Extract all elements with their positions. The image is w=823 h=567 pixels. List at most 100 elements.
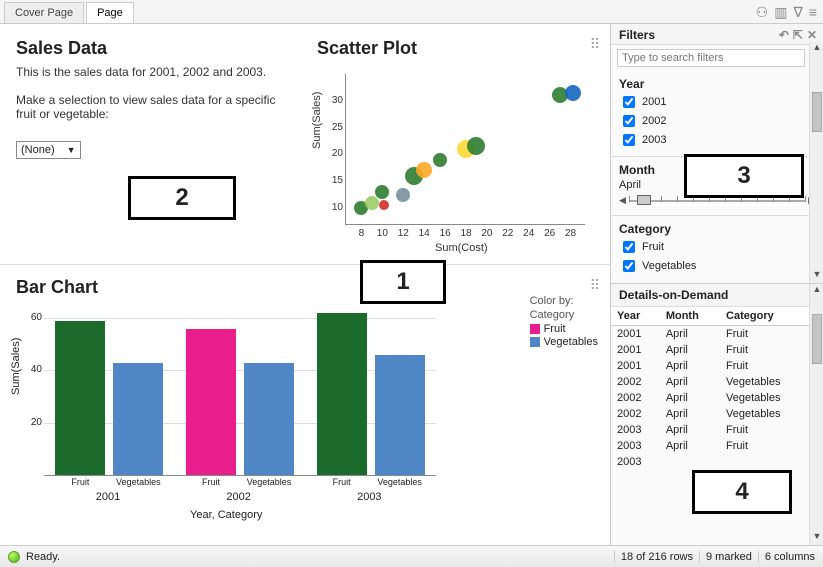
filters-scrollbar[interactable]: ▲ ▼ (809, 42, 823, 283)
scatter-x-tick: 8 (352, 228, 370, 239)
table-row[interactable]: 2001AprilFruit (611, 358, 809, 374)
bar-handle-icon[interactable]: ⠿ (590, 277, 600, 294)
bar[interactable] (244, 363, 294, 475)
details-column-header[interactable]: Year (611, 307, 660, 326)
scatter-x-tick: 12 (394, 228, 412, 239)
table-cell: 2003 (611, 438, 660, 454)
slider-thumb[interactable] (637, 195, 651, 205)
undo-icon[interactable]: ↶ (779, 28, 789, 42)
bar[interactable] (113, 363, 163, 475)
bar-category-label: Fruit (181, 477, 241, 487)
checkbox[interactable] (623, 241, 635, 253)
table-row[interactable]: 2003AprilFruit (611, 438, 809, 454)
close-icon[interactable]: ✕ (807, 28, 817, 42)
scatter-point[interactable] (416, 162, 432, 178)
table-cell: Fruit (720, 358, 809, 374)
status-light-icon (8, 551, 20, 563)
scatter-handle-icon[interactable]: ⠿ (590, 36, 600, 53)
bar-category-label: Vegetables (108, 477, 168, 487)
scatter-point[interactable] (433, 153, 447, 167)
legend-item[interactable]: Fruit (530, 323, 598, 335)
table-cell: Fruit (720, 422, 809, 438)
filter-year-item[interactable]: 2002 (619, 112, 815, 130)
bar-x-axis (44, 475, 436, 476)
legend-title2: Category (530, 309, 598, 321)
table-cell: April (660, 374, 720, 390)
scroll-up-icon[interactable]: ▲ (810, 284, 823, 298)
details-scrollbar[interactable]: ▲ ▼ (809, 284, 823, 545)
chevron-down-icon: ▼ (67, 145, 76, 155)
table-row[interactable]: 2003AprilFruit (611, 422, 809, 438)
filter-category-item[interactable]: Fruit (619, 238, 815, 256)
bar[interactable] (55, 321, 105, 475)
bar[interactable] (375, 355, 425, 475)
funnel-icon[interactable]: ∇ (793, 4, 802, 21)
details-column-header[interactable]: Month (660, 307, 720, 326)
scatter-point[interactable] (375, 185, 389, 199)
filter-year-item[interactable]: 2001 (619, 93, 815, 111)
table-row[interactable]: 2002AprilVegetables (611, 406, 809, 422)
filter-year-item[interactable]: 2003 (619, 131, 815, 149)
tabs-bar: Cover Page Page ⚇ ▥ ∇ ≡ (0, 0, 823, 24)
table-row[interactable]: 2003 (611, 454, 809, 470)
scatter-x-tick: 22 (499, 228, 517, 239)
bar[interactable] (186, 329, 236, 475)
filter-category-label: Fruit (642, 241, 664, 253)
scroll-down-icon[interactable]: ▼ (810, 531, 823, 545)
bar[interactable] (317, 313, 367, 475)
tab-page[interactable]: Page (86, 2, 134, 23)
table-cell: 2001 (611, 358, 660, 374)
legend-item[interactable]: Vegetables (530, 336, 598, 348)
details-title: Details-on-Demand (611, 284, 823, 307)
table-cell: 2002 (611, 374, 660, 390)
scatter-x-tick: 20 (478, 228, 496, 239)
scrollbar-thumb[interactable] (812, 92, 822, 132)
table-row[interactable]: 2001AprilFruit (611, 342, 809, 358)
slider-left-icon[interactable]: ◀ (619, 195, 626, 206)
selection-dropdown[interactable]: (None) ▼ (16, 141, 81, 159)
scatter-x-tick: 18 (457, 228, 475, 239)
sales-data-panel: Sales Data This is the sales data for 20… (0, 24, 305, 264)
filter-category-item[interactable]: Vegetables (619, 257, 815, 275)
bar-title: Bar Chart (16, 277, 594, 298)
scroll-down-icon[interactable]: ▼ (810, 269, 823, 283)
scatter-point[interactable] (565, 85, 581, 101)
checkbox[interactable] (623, 96, 635, 108)
bar-y-tick: 40 (26, 364, 42, 375)
callout-1: 1 (360, 260, 446, 304)
callout-2: 2 (128, 176, 236, 220)
bar-y-tick: 20 (26, 417, 42, 428)
tab-cover-page[interactable]: Cover Page (4, 2, 84, 23)
scatter-x-tick: 16 (436, 228, 454, 239)
filter-category-title: Category (619, 222, 815, 236)
table-row[interactable]: 2002AprilVegetables (611, 374, 809, 390)
scatter-point[interactable] (379, 200, 389, 210)
people-icon[interactable]: ⚇ (756, 4, 769, 21)
bar-chart-panel: Bar Chart ⠿ Color by: Category FruitVege… (0, 264, 610, 545)
bar-chart-area[interactable]: FruitVegetables2001FruitVegetables2002Fr… (44, 305, 436, 475)
legend-swatch-icon (530, 324, 540, 334)
table-cell: Vegetables (720, 406, 809, 422)
details-column-header[interactable]: Category (720, 307, 809, 326)
table-cell: April (660, 406, 720, 422)
table-row[interactable]: 2002AprilVegetables (611, 390, 809, 406)
scatter-point[interactable] (467, 137, 485, 155)
scrollbar-thumb[interactable] (812, 314, 822, 364)
table-cell: April (660, 438, 720, 454)
filters-search-input[interactable] (617, 49, 805, 67)
list-icon[interactable]: ≡ (809, 4, 817, 21)
table-row[interactable]: 2001AprilFruit (611, 326, 809, 343)
table-cell: April (660, 326, 720, 343)
layout-icon[interactable]: ▥ (774, 4, 787, 21)
scatter-plot-area[interactable] (351, 74, 581, 224)
pin-icon[interactable]: ⇱ (793, 28, 803, 42)
table-cell: Fruit (720, 326, 809, 343)
scatter-point[interactable] (365, 196, 379, 210)
filter-year-label: 2002 (642, 115, 666, 127)
scatter-point[interactable] (396, 188, 410, 202)
checkbox[interactable] (623, 134, 635, 146)
scroll-up-icon[interactable]: ▲ (810, 42, 823, 56)
bar-category-label: Vegetables (239, 477, 299, 487)
checkbox[interactable] (623, 115, 635, 127)
checkbox[interactable] (623, 260, 635, 272)
